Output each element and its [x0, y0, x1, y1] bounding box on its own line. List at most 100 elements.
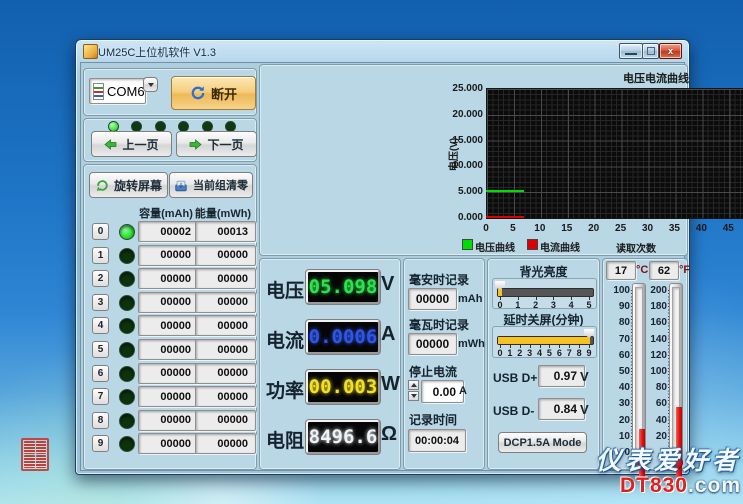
next-page-button[interactable]: 下一页 — [176, 131, 257, 157]
fahrenheit-scale-5: 100 — [643, 366, 667, 377]
energy-field-2: 00000 — [195, 268, 256, 289]
clear-icon — [174, 179, 188, 192]
seal-watermark — [21, 438, 49, 471]
current-unit: A — [381, 323, 395, 346]
desktop: UM25C上位机软件 V1.3 x COM6 断开 — [0, 0, 743, 504]
group-button-9[interactable]: 9 — [92, 435, 109, 452]
slider-tick-label-1: 1 — [513, 300, 523, 310]
slider-tick-label-1: 1 — [505, 348, 515, 358]
maximize-icon — [647, 47, 655, 55]
slider-tick-label-7: 7 — [564, 348, 574, 358]
y-left-tick-1: 20.000 — [438, 109, 483, 120]
app-icon — [83, 44, 98, 59]
group-led-0 — [119, 224, 135, 240]
group-button-2[interactable]: 2 — [92, 270, 109, 287]
energy-header: 能量(mWh) — [187, 205, 259, 221]
group-led-4 — [119, 318, 135, 334]
celsius-tube-track — [635, 287, 643, 457]
usb-dm-field: 0.84 — [538, 398, 585, 420]
rotate-screen-button[interactable]: 旋转屏幕 — [89, 172, 168, 198]
celsius-scale-0: 100 — [606, 285, 630, 296]
minimize-icon — [625, 53, 637, 55]
maximize-button[interactable] — [642, 43, 659, 59]
x-tick-5: 25 — [609, 223, 633, 234]
stop-current-down-button[interactable] — [408, 391, 419, 401]
capacity-field-4: 00000 — [138, 315, 199, 336]
power-display: 00.003 — [306, 370, 380, 404]
slider-tick-label-0: 0 — [495, 348, 505, 358]
y-left-tick-5: 0.000 — [438, 212, 483, 223]
watermark-title: 仪表爱好者 — [596, 449, 741, 474]
clear-group-button[interactable]: 当前组清零 — [169, 172, 253, 198]
group-button-3[interactable]: 3 — [92, 294, 109, 311]
backlight-slider[interactable]: 012345 — [492, 278, 597, 309]
voltage-series-line — [486, 190, 524, 192]
resistance-label: 电阻 — [266, 426, 304, 453]
group-button-5[interactable]: 5 — [92, 341, 109, 358]
fahrenheit-scale-7: 60 — [643, 398, 667, 409]
fahrenheit-scale-0: 200 — [643, 285, 667, 296]
celsius-unit: °C — [636, 264, 648, 276]
backlight-groove[interactable] — [497, 288, 594, 297]
group-led-3 — [119, 295, 135, 311]
watermark-url: DT830.com — [596, 475, 741, 496]
client-area: COM6 断开 上一页 下一页 — [80, 62, 685, 471]
screen-off-fill — [498, 337, 590, 344]
group-button-1[interactable]: 1 — [92, 247, 109, 264]
y-left-tick-2: 15.000 — [438, 135, 483, 146]
prev-page-label: 上一页 — [122, 136, 158, 153]
settings-panel: 背光亮度 012345 延时关屏(分钟) 0123456789 USB D+ 0… — [487, 258, 600, 470]
slider-tick-label-4: 4 — [566, 300, 576, 310]
window-title: UM25C上位机软件 V1.3 — [98, 44, 216, 60]
screen-off-groove[interactable] — [497, 336, 594, 345]
energy-field-4: 00000 — [195, 315, 256, 336]
disconnect-button[interactable]: 断开 — [171, 76, 256, 110]
fahrenheit-scale-8: 40 — [643, 415, 667, 426]
screen-off-slider[interactable]: 0123456789 — [492, 326, 597, 358]
com-port-select[interactable]: COM6 — [89, 78, 146, 104]
celsius-field: 17 — [606, 261, 636, 280]
minimize-button[interactable] — [619, 43, 643, 59]
group-led-1 — [119, 248, 135, 264]
chart-title: 电压电流曲线 — [556, 70, 743, 86]
up-arrow-icon — [411, 383, 417, 387]
close-button[interactable]: x — [659, 43, 682, 59]
group-button-6[interactable]: 6 — [92, 365, 109, 382]
group-button-8[interactable]: 8 — [92, 412, 109, 429]
com-port-value: COM6 — [107, 84, 145, 99]
energy-field-0: 00013 — [195, 221, 256, 242]
slider-tick-label-4: 4 — [535, 348, 545, 358]
celsius-scale-2: 80 — [606, 317, 630, 328]
group-led-5 — [119, 342, 135, 358]
com-dropdown-button[interactable] — [143, 77, 158, 92]
x-tick-9: 45 — [716, 223, 740, 234]
prev-page-button[interactable]: 上一页 — [91, 131, 172, 157]
fahrenheit-field: 62 — [649, 261, 679, 280]
charge-mode-button[interactable]: DCP1.5A Mode — [498, 432, 587, 453]
app-window: UM25C上位机软件 V1.3 x COM6 断开 — [75, 39, 690, 475]
capacity-field-7: 00000 — [138, 386, 199, 407]
group-led-6 — [119, 366, 135, 382]
mwh-record-label: 毫瓦时记录 — [409, 316, 469, 333]
celsius-scale-9: 10 — [606, 431, 630, 442]
voltage-label: 电压 — [266, 276, 304, 303]
stop-current-input[interactable]: 0.00 — [421, 380, 464, 403]
x-tick-6: 30 — [636, 223, 660, 234]
stop-current-up-button[interactable] — [408, 380, 419, 390]
energy-field-6: 00000 — [195, 363, 256, 384]
group-button-0[interactable]: 0 — [92, 223, 109, 240]
slider-tick-label-3: 3 — [548, 300, 558, 310]
arrow-left-icon — [104, 139, 117, 150]
celsius-scale-7: 30 — [606, 398, 630, 409]
usb-dp-label: USB D+ — [493, 371, 537, 385]
energy-field-5: 00000 — [195, 339, 256, 360]
group-button-4[interactable]: 4 — [92, 317, 109, 334]
seal-glyph — [36, 455, 47, 468]
title-bar[interactable]: UM25C上位机软件 V1.3 x — [76, 40, 689, 62]
down-arrow-icon — [411, 394, 417, 398]
seal-glyph — [36, 441, 47, 454]
x-tick-0: 0 — [474, 223, 498, 234]
group-button-7[interactable]: 7 — [92, 388, 109, 405]
capacity-field-5: 00000 — [138, 339, 199, 360]
rotate-icon — [95, 178, 109, 192]
